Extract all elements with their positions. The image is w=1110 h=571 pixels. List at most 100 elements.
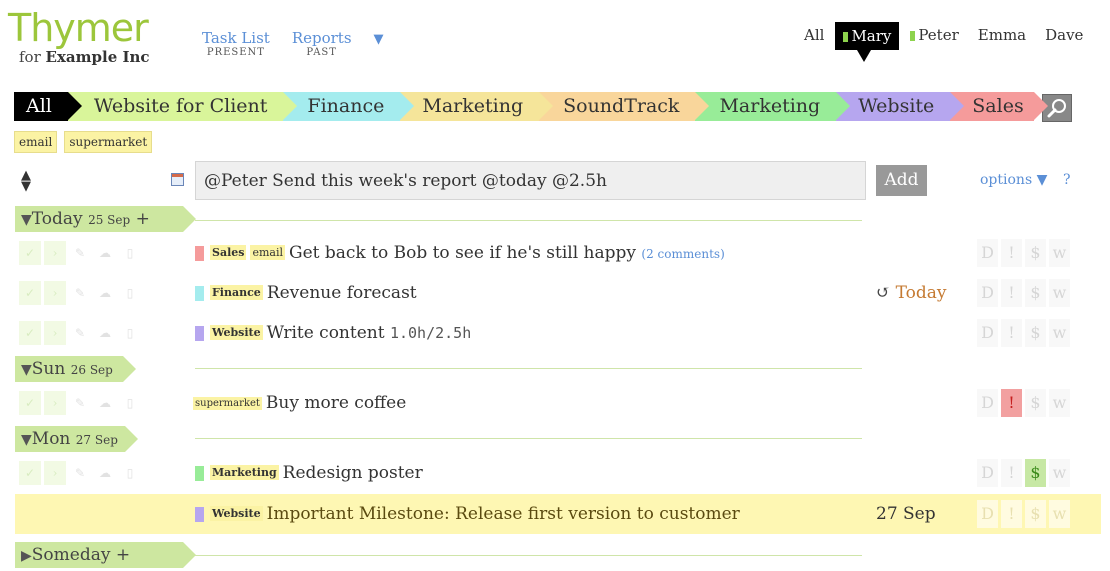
task-due[interactable]: ↺ Today <box>876 281 947 305</box>
flag-important[interactable]: ! <box>1001 239 1022 267</box>
flag-important[interactable]: ! <box>1001 500 1022 528</box>
flag-money[interactable]: $ <box>1025 239 1046 267</box>
tag-supermarket[interactable]: supermarket <box>64 131 153 153</box>
task-title[interactable]: Redesign poster <box>283 463 423 483</box>
next-icon[interactable]: › <box>44 321 66 345</box>
comment-icon[interactable]: ☁ <box>94 391 116 415</box>
task-category-tag[interactable]: Website <box>210 325 263 340</box>
user-emma[interactable]: Emma <box>970 22 1034 48</box>
flag-delegate[interactable]: D <box>977 239 998 267</box>
nav-reports[interactable]: Reports PAST <box>292 30 352 59</box>
next-icon[interactable]: › <box>44 391 66 415</box>
edit-icon[interactable]: ✎ <box>69 321 91 345</box>
task-row[interactable]: ✓ › ✎ ☁ ▯ Website Write content 1.0h/2.5h… <box>15 313 1101 353</box>
delete-icon[interactable]: ▯ <box>119 391 141 415</box>
user-all[interactable]: All <box>796 22 832 48</box>
task-row[interactable]: ✓ › ✎ ☁ ▯ supermarket Buy more coffee D !… <box>15 383 1101 423</box>
category-soundtrack[interactable]: SoundTrack <box>539 92 710 121</box>
edit-icon[interactable]: ✎ <box>69 241 91 265</box>
delete-icon[interactable]: ▯ <box>119 241 141 265</box>
category-website[interactable]: Website <box>836 92 965 121</box>
flag-waiting[interactable]: w <box>1049 279 1070 307</box>
task-title[interactable]: Get back to Bob to see if he's still hap… <box>289 243 636 263</box>
sort-handle-icon[interactable]: ▲ ▼ <box>21 169 31 193</box>
task-title[interactable]: Revenue forecast <box>267 283 417 303</box>
task-category-tag[interactable]: Marketing <box>210 465 279 480</box>
task-tag[interactable]: supermarket <box>193 397 262 410</box>
check-icon[interactable]: ✓ <box>19 461 41 485</box>
category-all[interactable]: All <box>14 92 82 121</box>
help-link[interactable]: ? <box>1063 172 1071 188</box>
task-due[interactable]: 27 Sep <box>876 502 936 526</box>
user-mary[interactable]: Mary <box>835 22 900 62</box>
flag-waiting[interactable]: w <box>1049 500 1070 528</box>
comment-icon[interactable]: ☁ <box>94 461 116 485</box>
flag-delegate[interactable]: D <box>977 319 998 347</box>
category-finance[interactable]: Finance <box>283 92 415 121</box>
logo[interactable]: Thymer for Example Inc <box>8 8 168 66</box>
flag-delegate[interactable]: D <box>977 279 998 307</box>
delete-icon[interactable]: ▯ <box>119 281 141 305</box>
flag-money[interactable]: $ <box>1025 459 1046 487</box>
flag-delegate[interactable]: D <box>977 459 998 487</box>
edit-icon[interactable]: ✎ <box>69 461 91 485</box>
task-category-tag[interactable]: Website <box>210 506 263 521</box>
day-header-sun[interactable]: ▼Sun 26 Sep <box>15 356 136 382</box>
task-row[interactable]: ✓ › ✎ ☁ ▯ Finance Revenue forecast ↺ Toda… <box>15 273 1101 313</box>
flag-important[interactable]: ! <box>1001 279 1022 307</box>
flag-money[interactable]: $ <box>1025 319 1046 347</box>
task-category-tag[interactable]: Finance <box>210 285 263 300</box>
delete-icon[interactable]: ▯ <box>119 461 141 485</box>
task-row[interactable]: ✓ › ✎ ☁ ▯ Marketing Redesign poster D ! $… <box>15 453 1101 493</box>
add-button[interactable]: Add <box>876 165 927 196</box>
flag-important[interactable]: ! <box>1001 389 1022 417</box>
check-icon[interactable]: ✓ <box>19 241 41 265</box>
flag-delegate[interactable]: D <box>977 500 998 528</box>
day-header-mon[interactable]: ▼Mon 27 Sep <box>15 426 138 452</box>
edit-icon[interactable]: ✎ <box>69 391 91 415</box>
task-category-tag[interactable]: Sales <box>210 245 247 260</box>
tag-email[interactable]: email <box>14 131 58 153</box>
flag-waiting[interactable]: w <box>1049 459 1070 487</box>
category-marketing-2[interactable]: Marketing <box>695 92 850 121</box>
delete-icon[interactable]: ▯ <box>119 321 141 345</box>
check-icon[interactable]: ✓ <box>19 391 41 415</box>
flag-delegate[interactable]: D <box>977 389 998 417</box>
options-dropdown[interactable]: options ▼ <box>980 172 1047 188</box>
flag-important[interactable]: ! <box>1001 319 1022 347</box>
flag-waiting[interactable]: w <box>1049 319 1070 347</box>
calendar-icon[interactable] <box>171 173 184 186</box>
edit-icon[interactable]: ✎ <box>69 281 91 305</box>
add-task-plus[interactable]: + <box>136 209 150 229</box>
comment-icon[interactable]: ☁ <box>94 321 116 345</box>
check-icon[interactable]: ✓ <box>19 281 41 305</box>
add-task-plus[interactable]: + <box>116 545 130 565</box>
comment-icon[interactable]: ☁ <box>94 241 116 265</box>
user-peter[interactable]: Peter <box>902 22 966 48</box>
next-icon[interactable]: › <box>44 281 66 305</box>
user-dave[interactable]: Dave <box>1037 22 1091 48</box>
day-header-today[interactable]: ▼Today 25 Sep + <box>15 206 196 232</box>
flag-important[interactable]: ! <box>1001 459 1022 487</box>
task-row-milestone[interactable]: Website Important Milestone: Release firs… <box>15 494 1101 534</box>
flag-money[interactable]: $ <box>1025 279 1046 307</box>
task-input[interactable] <box>195 161 866 200</box>
task-tag[interactable]: email <box>250 245 285 260</box>
task-title[interactable]: Write content <box>267 323 385 343</box>
category-website-for-client[interactable]: Website for Client <box>67 92 297 121</box>
category-marketing[interactable]: Marketing <box>400 92 553 121</box>
next-icon[interactable]: › <box>44 461 66 485</box>
flag-waiting[interactable]: w <box>1049 389 1070 417</box>
check-icon[interactable]: ✓ <box>19 321 41 345</box>
task-title[interactable]: Important Milestone: Release first versi… <box>267 504 740 524</box>
next-icon[interactable]: › <box>44 241 66 265</box>
nav-task-list[interactable]: Task List PRESENT <box>202 30 270 59</box>
comment-icon[interactable]: ☁ <box>94 281 116 305</box>
task-row[interactable]: ✓ › ✎ ☁ ▯ Sales email Get back to Bob to s… <box>15 233 1101 273</box>
task-title[interactable]: Buy more coffee <box>266 393 406 413</box>
day-header-someday[interactable]: ▶Someday + <box>15 542 196 568</box>
task-comments-link[interactable]: (2 comments) <box>641 247 724 261</box>
flag-waiting[interactable]: w <box>1049 239 1070 267</box>
flag-money[interactable]: $ <box>1025 500 1046 528</box>
flag-money[interactable]: $ <box>1025 389 1046 417</box>
